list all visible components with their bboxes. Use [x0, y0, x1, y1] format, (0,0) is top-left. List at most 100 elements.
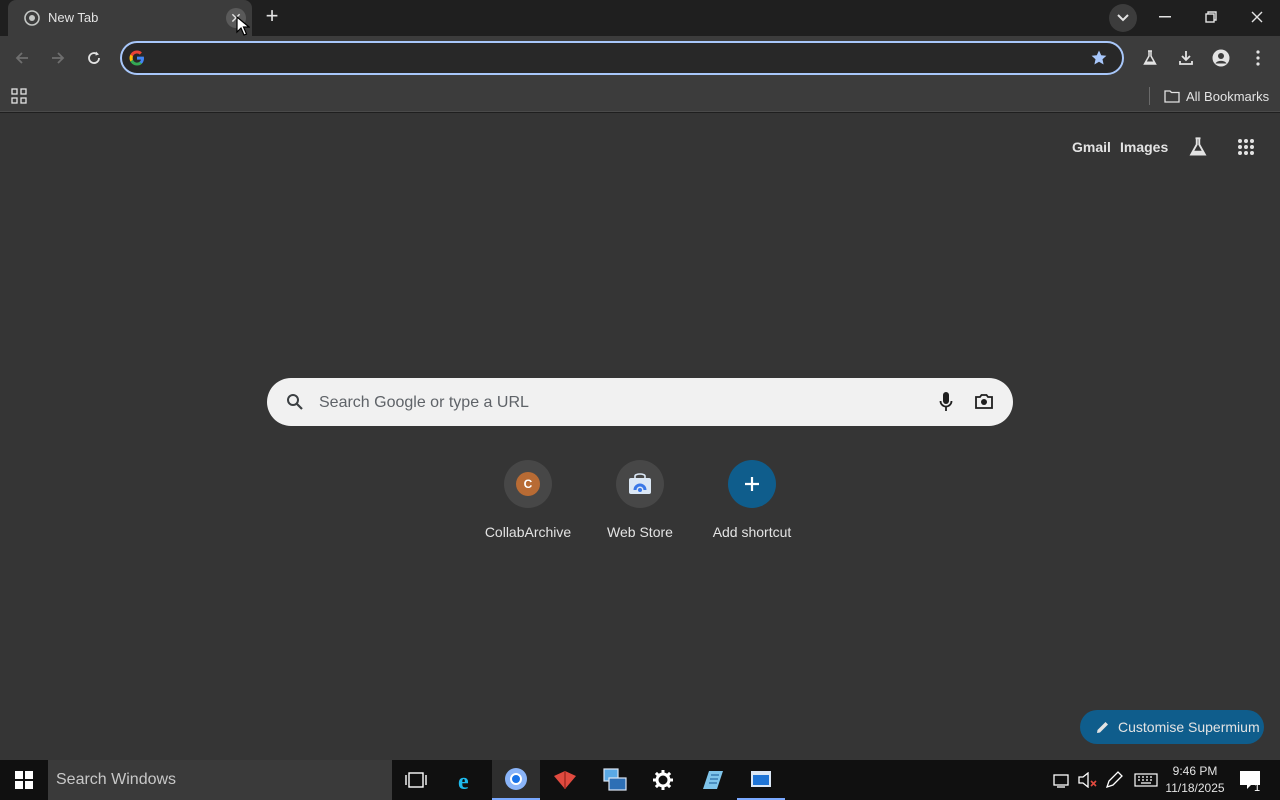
- omnibox-input[interactable]: [154, 49, 1074, 69]
- action-center-button[interactable]: 1: [1234, 760, 1266, 800]
- camera-icon[interactable]: [975, 393, 993, 409]
- minimize-button[interactable]: [1142, 0, 1188, 34]
- chromium-icon: [505, 768, 527, 790]
- volume-muted-icon: [1078, 772, 1097, 788]
- google-g-icon: [129, 50, 144, 66]
- taskbar-app-settings[interactable]: [639, 760, 687, 800]
- start-button[interactable]: [0, 760, 48, 800]
- shortcut-collabarchive[interactable]: C CollabArchive: [472, 458, 584, 554]
- bookmarks-divider: [1149, 87, 1150, 105]
- notification-count: 1: [1254, 782, 1261, 794]
- restore-button[interactable]: [1188, 0, 1234, 34]
- pen-icon: [1105, 771, 1123, 789]
- taskbar-search-label: Search Windows: [56, 771, 177, 788]
- clock-date: 11/18/2025: [1165, 781, 1225, 795]
- tab-search-button[interactable]: [1109, 4, 1137, 32]
- task-view-button[interactable]: [392, 760, 440, 800]
- network-tray-icon[interactable]: [1050, 760, 1074, 800]
- customise-label: Customise Supermium: [1118, 719, 1260, 735]
- window-app-icon: [751, 771, 771, 787]
- restore-icon: [1205, 11, 1217, 23]
- gmail-link[interactable]: Gmail: [1072, 139, 1111, 155]
- internet-explorer-icon: e: [458, 769, 469, 792]
- keyboard-tray-icon[interactable]: [1132, 760, 1160, 800]
- taskbar-app-notebook[interactable]: [688, 760, 736, 800]
- letter-avatar-icon: C: [516, 472, 540, 496]
- shortcut-label: CollabArchive: [484, 524, 572, 540]
- ntp-search-box[interactable]: Search Google or type a URL: [267, 378, 1013, 426]
- gear-icon: [653, 770, 673, 790]
- new-tab-page: Gmail Images Search Google or type a URL…: [0, 113, 1280, 760]
- chromium-icon: [24, 10, 40, 26]
- download-icon: [1179, 51, 1193, 65]
- apps-shortcut-button[interactable]: [5, 82, 33, 110]
- volume-tray-icon[interactable]: [1076, 760, 1100, 800]
- taskbar-app-ie[interactable]: e: [443, 760, 491, 800]
- taskbar-app-computer[interactable]: [590, 760, 638, 800]
- tab-title: New Tab: [48, 10, 99, 25]
- downloads-button[interactable]: [1172, 44, 1200, 72]
- labs-button[interactable]: [1136, 44, 1164, 72]
- taskbar-app-supermium[interactable]: [492, 760, 540, 800]
- customise-button[interactable]: Customise Supermium: [1080, 710, 1264, 744]
- apps-dots-icon: [1238, 139, 1254, 155]
- all-bookmarks-button[interactable]: All Bookmarks: [1164, 86, 1269, 106]
- taskbar-clock[interactable]: 9:46 PM 11/18/2025: [1160, 763, 1230, 797]
- notebook-icon: [703, 771, 723, 789]
- profile-button[interactable]: [1207, 44, 1235, 72]
- new-tab-button[interactable]: +: [260, 5, 284, 29]
- tab-new-tab[interactable]: New Tab ✕: [8, 0, 252, 36]
- taskbar-search-box[interactable]: Search Windows: [48, 760, 392, 800]
- computer-icon: [603, 768, 627, 791]
- flask-icon: [1189, 137, 1207, 156]
- app-red-icon: [554, 771, 576, 789]
- menu-button[interactable]: [1244, 44, 1272, 72]
- tab-strip: New Tab ✕ +: [0, 0, 1280, 36]
- windows-logo-icon: [15, 771, 33, 789]
- shortcut-label: Web Store: [607, 524, 673, 540]
- mouse-cursor-icon: [236, 16, 250, 36]
- taskbar-app-window[interactable]: [737, 760, 785, 800]
- shortcut-web-store[interactable]: Web Store: [584, 458, 696, 554]
- all-bookmarks-label: All Bookmarks: [1186, 88, 1270, 104]
- pen-tray-icon[interactable]: [1102, 760, 1126, 800]
- shortcut-icon-tile: [616, 460, 664, 508]
- images-link[interactable]: Images: [1120, 139, 1168, 155]
- close-icon: [1251, 11, 1263, 23]
- shortcut-icon-tile: [728, 460, 776, 508]
- arrow-left-icon: [15, 52, 28, 64]
- chevron-down-icon: [1117, 14, 1129, 22]
- reload-icon: [88, 51, 100, 64]
- omnibox[interactable]: [120, 41, 1124, 75]
- network-icon: [1053, 774, 1069, 788]
- reload-button[interactable]: [80, 44, 108, 72]
- taskbar-app-red[interactable]: [541, 760, 589, 800]
- more-vert-icon: [1256, 50, 1260, 66]
- web-store-icon: [629, 473, 651, 494]
- bookmark-star-icon[interactable]: [1090, 49, 1108, 67]
- microphone-icon[interactable]: [939, 391, 953, 413]
- back-button[interactable]: [8, 44, 36, 72]
- toolbar: [0, 36, 1280, 80]
- minimize-icon: [1159, 16, 1171, 18]
- clock-time: 9:46 PM: [1172, 764, 1218, 778]
- labs-link[interactable]: [1184, 133, 1212, 161]
- search-placeholder: Search Google or type a URL: [319, 394, 529, 411]
- search-icon: [287, 394, 303, 410]
- shortcut-add[interactable]: Add shortcut: [696, 458, 808, 554]
- shortcut-label: Add shortcut: [712, 524, 792, 540]
- forward-button[interactable]: [44, 44, 72, 72]
- apps-grid-icon: [11, 88, 27, 104]
- task-view-icon: [405, 772, 427, 788]
- arrow-right-icon: [52, 52, 65, 64]
- bookmarks-bar: All Bookmarks: [0, 80, 1280, 112]
- plus-icon: [745, 477, 759, 491]
- shortcut-icon-tile: C: [504, 460, 552, 508]
- pencil-icon: [1097, 722, 1108, 733]
- close-window-button[interactable]: [1234, 0, 1280, 34]
- taskbar: Search Windows e 9:46 PM 11/18/2025 1: [0, 760, 1280, 800]
- keyboard-icon: [1134, 773, 1158, 787]
- svg-text:e: e: [458, 769, 469, 792]
- google-apps-button[interactable]: [1232, 133, 1260, 161]
- folder-icon: [1164, 90, 1180, 103]
